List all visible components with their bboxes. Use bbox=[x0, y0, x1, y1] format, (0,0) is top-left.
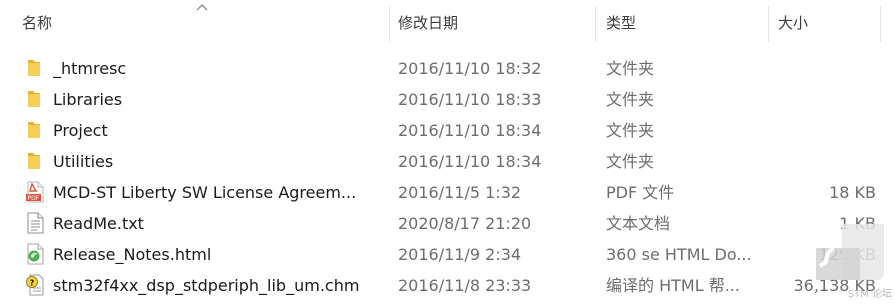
file-row[interactable]: _htmresc 2016/11/10 18:32 文件夹 bbox=[0, 53, 895, 84]
column-header-bar: 名称 修改日期 类型 大小 bbox=[0, 0, 895, 46]
folder-icon bbox=[28, 122, 40, 138]
file-type: 文件夹 bbox=[606, 121, 655, 140]
pdf-file-icon: PDF bbox=[26, 181, 44, 203]
file-row[interactable]: Libraries 2016/11/10 18:33 文件夹 bbox=[0, 84, 895, 115]
file-row[interactable]: Release_Notes.html 2016/11/9 2:34 360 se… bbox=[0, 239, 895, 270]
file-name[interactable]: Project bbox=[53, 115, 383, 146]
file-size: 1 KB bbox=[839, 214, 876, 233]
column-header-type[interactable]: 类型 bbox=[594, 0, 766, 46]
file-modified-date: 2016/11/5 1:32 bbox=[398, 183, 522, 202]
file-modified-date: 2016/11/8 23:33 bbox=[398, 276, 532, 295]
column-header-name[interactable]: 名称 bbox=[10, 0, 390, 46]
file-name[interactable]: Libraries bbox=[53, 84, 383, 115]
file-modified-date: 2016/11/10 18:34 bbox=[398, 152, 542, 171]
svg-text:?: ? bbox=[30, 278, 35, 287]
file-row[interactable]: ? stm32f4xx_dsp_stdperiph_lib_um.chm 201… bbox=[0, 270, 895, 301]
forum-watermark-text: STM 论坛 bbox=[847, 289, 892, 300]
file-size bbox=[776, 53, 876, 84]
folder-icon bbox=[28, 91, 40, 107]
file-type: 文本文档 bbox=[606, 214, 671, 233]
file-type: 文件夹 bbox=[606, 152, 655, 171]
file-type: 文件夹 bbox=[606, 90, 655, 109]
file-size: 129 KB bbox=[818, 245, 876, 264]
file-row[interactable]: PDF MCD-ST Liberty SW License Agreem... … bbox=[0, 177, 895, 208]
file-row[interactable]: Project 2016/11/10 18:34 文件夹 bbox=[0, 115, 895, 146]
html-file-icon bbox=[27, 243, 44, 265]
file-modified-date: 2020/8/17 21:20 bbox=[398, 214, 532, 233]
folder-icon bbox=[28, 153, 40, 169]
file-row[interactable]: Utilities 2016/11/10 18:34 文件夹 bbox=[0, 146, 895, 177]
file-modified-date: 2016/11/10 18:34 bbox=[398, 121, 542, 140]
file-type: 文件夹 bbox=[606, 59, 655, 78]
svg-text:PDF: PDF bbox=[28, 195, 40, 202]
column-header-date[interactable]: 修改日期 bbox=[386, 0, 594, 46]
file-row[interactable]: ReadMe.txt 2020/8/17 21:20 文本文档 1 KB bbox=[0, 208, 895, 239]
text-file-icon bbox=[27, 212, 44, 234]
file-name[interactable]: stm32f4xx_dsp_stdperiph_lib_um.chm bbox=[53, 270, 383, 301]
file-modified-date: 2016/11/10 18:33 bbox=[398, 90, 542, 109]
column-divider[interactable] bbox=[880, 6, 881, 42]
file-size bbox=[776, 84, 876, 115]
file-type: 360 se HTML Do... bbox=[606, 245, 752, 264]
column-header-size[interactable]: 大小 bbox=[766, 0, 876, 46]
file-type: 编译的 HTML 帮... bbox=[606, 276, 740, 295]
file-size bbox=[776, 146, 876, 177]
file-size: 18 KB bbox=[829, 183, 876, 202]
file-name[interactable]: Utilities bbox=[53, 146, 383, 177]
file-name[interactable]: _htmresc bbox=[53, 53, 383, 84]
file-modified-date: 2016/11/10 18:32 bbox=[398, 59, 542, 78]
folder-icon bbox=[28, 60, 40, 76]
file-modified-date: 2016/11/9 2:34 bbox=[398, 245, 522, 264]
file-name[interactable]: Release_Notes.html bbox=[53, 239, 383, 270]
file-size bbox=[776, 115, 876, 146]
file-name[interactable]: ReadMe.txt bbox=[53, 208, 383, 239]
chm-help-file-icon: ? bbox=[26, 274, 44, 296]
file-type: PDF 文件 bbox=[606, 183, 675, 202]
file-name[interactable]: MCD-ST Liberty SW License Agreem... bbox=[53, 177, 383, 208]
